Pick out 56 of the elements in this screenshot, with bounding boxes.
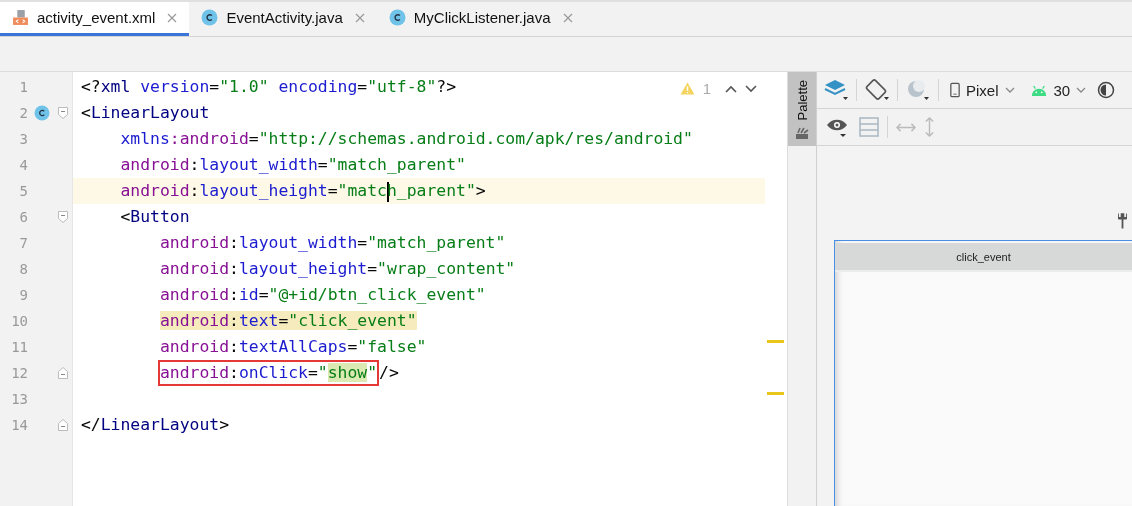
class-icon xyxy=(388,9,406,26)
line-number: 3 xyxy=(18,131,28,147)
fold-icon[interactable] xyxy=(58,419,68,431)
code-text: </LinearLayout> xyxy=(81,414,230,436)
line-number: 5 xyxy=(18,183,28,199)
code-text: android:layout_width="match_parent" xyxy=(120,154,466,176)
preview-button[interactable]: click_event xyxy=(835,243,1132,272)
close-icon[interactable] xyxy=(354,12,365,23)
fold-icon[interactable] xyxy=(58,211,68,223)
xml-file-icon xyxy=(12,9,29,26)
line-number: 12 xyxy=(10,365,28,381)
line-number: 14 xyxy=(10,417,28,433)
layers-icon[interactable] xyxy=(823,78,849,102)
line-number: 2 xyxy=(18,105,28,121)
boxed-code: android:onClick="show" xyxy=(159,362,378,384)
class-icon[interactable] xyxy=(34,105,50,121)
file-tab[interactable]: EventActivity.java xyxy=(189,2,377,36)
caret-icon xyxy=(1004,87,1015,93)
theme-icon[interactable] xyxy=(1097,81,1116,99)
close-icon[interactable] xyxy=(167,12,178,23)
code-text: android:layout_height="wrap_content" xyxy=(159,258,516,280)
next-icon[interactable] xyxy=(745,84,757,93)
class-icon xyxy=(201,9,219,26)
file-tab[interactable]: activity_event.xml xyxy=(0,2,190,36)
line-number: 8 xyxy=(18,261,28,277)
rotate-icon[interactable] xyxy=(864,78,890,102)
device-dropdown[interactable]: Pixel xyxy=(946,81,1019,99)
previous-icon[interactable] xyxy=(725,84,737,93)
line-number: 11 xyxy=(10,339,28,355)
warning-count: 1 xyxy=(702,80,711,97)
code-text: /> xyxy=(379,362,399,384)
android-icon xyxy=(1029,84,1048,96)
fold-icon[interactable] xyxy=(58,367,68,379)
code-text: android:text="click_event" xyxy=(159,310,417,332)
palette-icon xyxy=(795,126,809,141)
code-text: android:id="@+id/btn_click_event" xyxy=(159,284,486,306)
palette-tab[interactable]: Palette xyxy=(788,72,816,147)
line-number: 10 xyxy=(10,313,28,329)
file-tab[interactable]: MyClickListener.java xyxy=(376,2,585,36)
api-level-dropdown[interactable]: 30 xyxy=(1025,81,1091,99)
code-text: <?xml version="1.0" encoding="utf-8"?> xyxy=(81,76,457,98)
line-number: 7 xyxy=(18,235,28,251)
code-text: android:textAllCaps="false" xyxy=(159,336,427,358)
caret-icon xyxy=(1076,87,1087,93)
line-number: 9 xyxy=(18,287,28,303)
close-icon[interactable] xyxy=(562,12,573,23)
line-number: 6 xyxy=(18,209,28,225)
line-number: 1 xyxy=(18,79,28,95)
code-text: xmlns:android="http://schemas.android.com/apk/res/android" xyxy=(120,128,693,150)
code-text: <LinearLayout xyxy=(81,102,210,124)
code-text: <Button xyxy=(120,206,190,228)
line-number: 4 xyxy=(18,157,28,173)
line-number: 13 xyxy=(10,391,28,407)
code-text: android:layout_width="match_parent" xyxy=(159,232,506,254)
fold-icon[interactable] xyxy=(58,107,68,119)
phone-icon xyxy=(950,82,960,98)
